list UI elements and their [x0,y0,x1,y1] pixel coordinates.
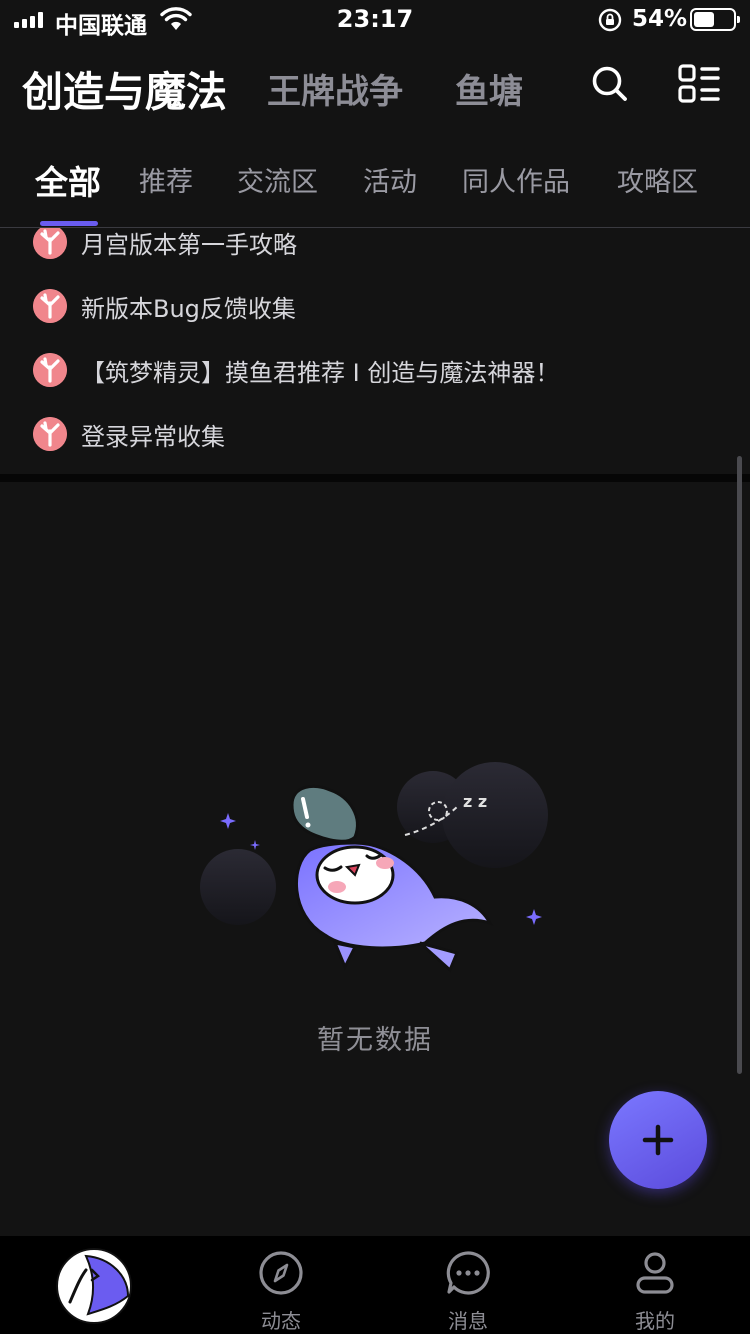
nav-label: 消息 [448,1309,488,1333]
grid-menu-icon[interactable] [678,64,720,104]
notice-title: 登录异常收集 [81,422,225,451]
notice-title: 新版本Bug反馈收集 [81,294,296,323]
empty-state-text: 暂无数据 [317,1025,433,1056]
rotation-lock-icon [598,8,622,32]
battery-icon [690,8,740,31]
chat-bubble-icon [446,1251,490,1295]
tab-guides[interactable]: 攻略区 [617,160,698,199]
tab-yutang[interactable]: 鱼塘 [455,64,523,113]
app-screen: 中国联通 23:17 54% 创造与魔法 王牌战争 鱼塘 全部 推荐 交流区 活… [0,0,750,1334]
notice-title: 【筑梦精灵】摸鱼君推荐 I 创造与魔法神器！ [81,358,560,387]
plus-icon [642,1124,674,1156]
tab-exchange[interactable]: 交流区 [237,160,318,199]
bottom-nav: 动态 消息 我的 [0,1236,750,1334]
nav-wode[interactable]: 我的 [585,1236,725,1334]
branch-icon [33,353,67,387]
nav-xiaoxi[interactable]: 消息 [398,1236,538,1334]
tab-activity[interactable]: 活动 [363,160,417,199]
scrollbar[interactable] [737,456,742,1074]
tab-all[interactable]: 全部 [35,156,101,204]
compass-icon [259,1251,303,1295]
nav-dongtai[interactable]: 动态 [211,1236,351,1334]
nav-label: 动态 [261,1309,301,1333]
list-item[interactable]: 登录异常收集 [0,414,750,454]
section-divider [0,474,750,482]
tab-recommend[interactable]: 推荐 [139,160,193,199]
page-title[interactable]: 创造与魔法 [22,58,227,118]
home-avatar-icon [56,1248,132,1324]
search-icon[interactable] [590,64,630,104]
active-tab-indicator [40,221,98,226]
user-icon [636,1252,674,1294]
list-item[interactable]: 新版本Bug反馈收集 [0,286,750,326]
nav-label: 我的 [635,1309,675,1333]
nav-home[interactable] [24,1236,164,1334]
list-item[interactable]: 月宫版本第一手攻略 [0,228,750,262]
sleeping-mascot-illustration: z z [200,762,548,973]
branch-icon [33,417,67,451]
branch-icon [33,289,67,323]
add-post-button[interactable] [609,1091,707,1189]
top-header: 创造与魔法 王牌战争 鱼塘 [0,50,750,120]
status-bar: 中国联通 23:17 54% [0,0,750,40]
sleep-z-marks: z z [463,792,487,811]
category-tabs: 全部 推荐 交流区 活动 同人作品 攻略区 [0,150,750,228]
branch-icon [33,228,67,259]
battery-percent: 54% [632,6,688,32]
tab-wangpai[interactable]: 王牌战争 [267,64,403,113]
tab-fan-works[interactable]: 同人作品 [462,160,570,199]
notice-title: 月宫版本第一手攻略 [81,230,297,259]
list-item[interactable]: 【筑梦精灵】摸鱼君推荐 I 创造与魔法神器！ [0,350,750,390]
notice-list: 月宫版本第一手攻略 新版本Bug反馈收集 【筑梦精灵】摸鱼君推荐 I 创造与魔法… [0,228,750,474]
